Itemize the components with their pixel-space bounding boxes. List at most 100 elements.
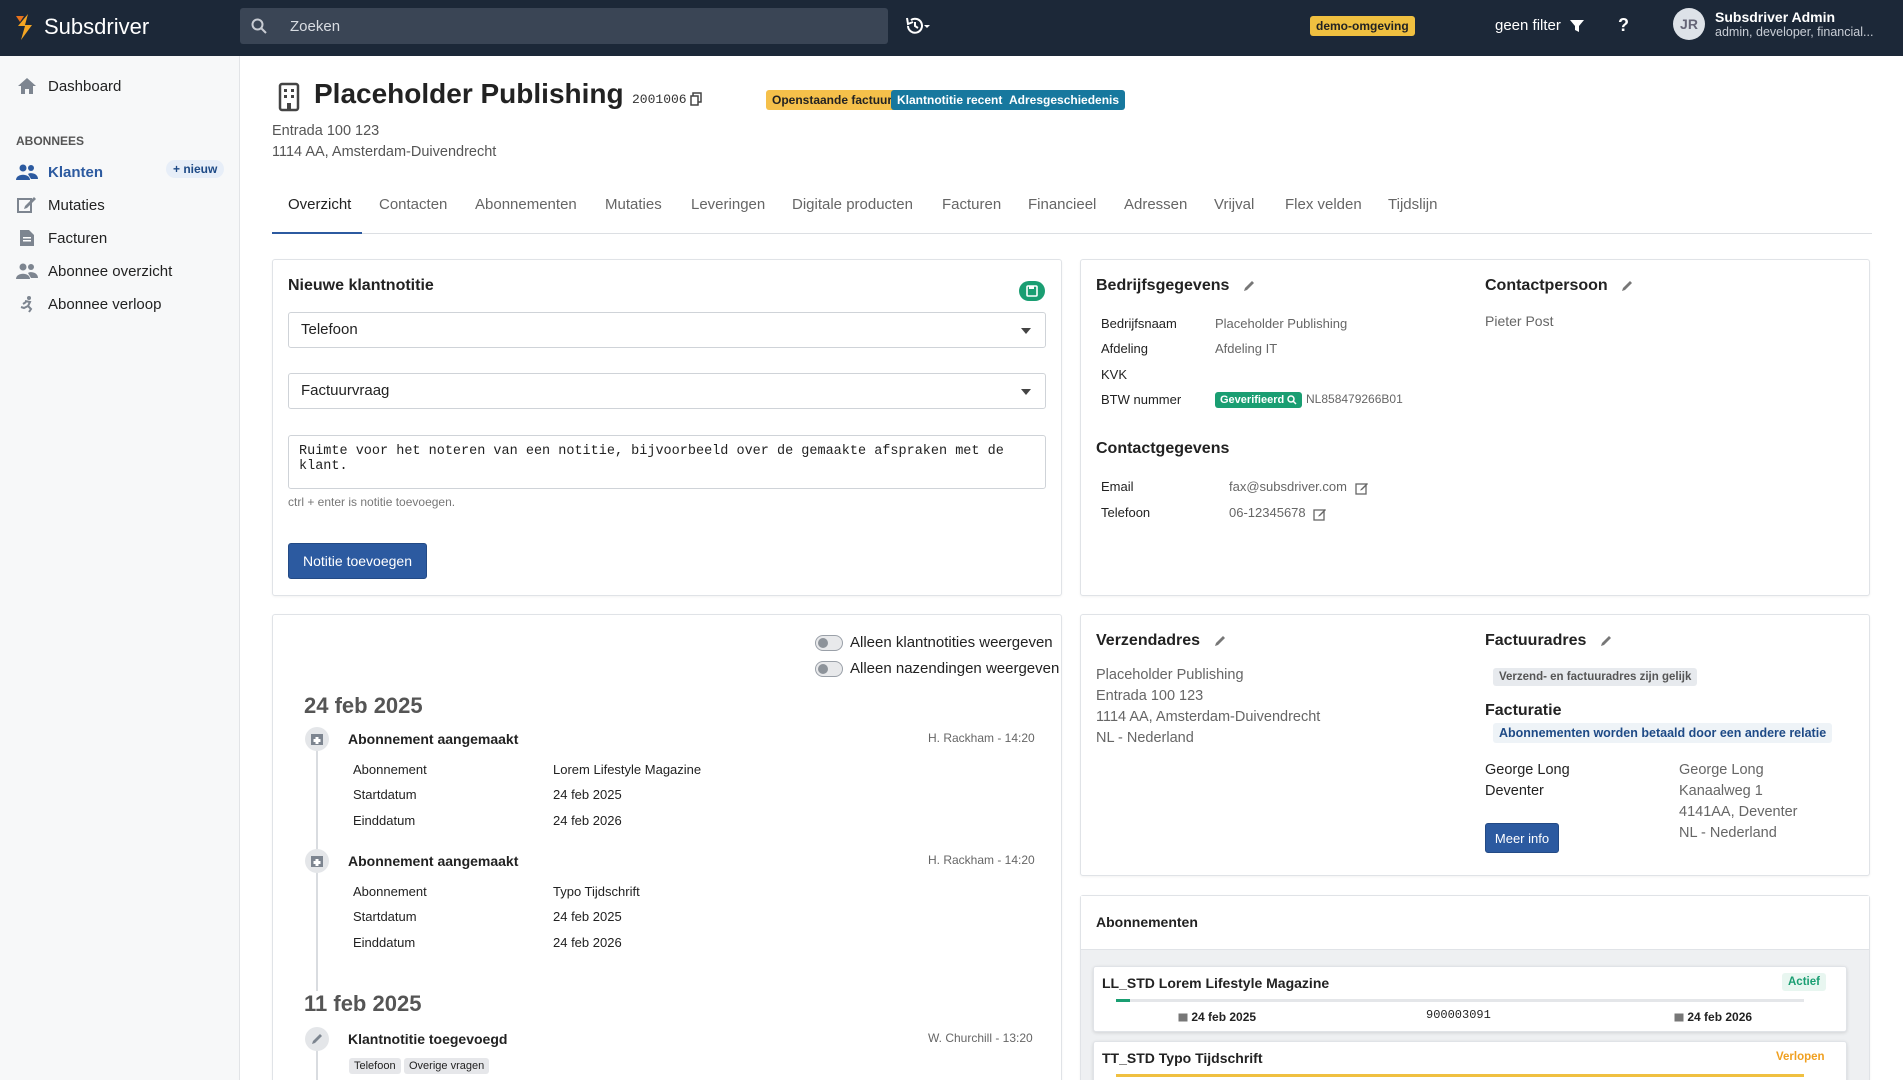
tab-adressen[interactable]: Adressen	[1124, 196, 1187, 213]
pencil-icon[interactable]	[1242, 279, 1256, 293]
vat-verified-badge[interactable]: Geverifieerd	[1215, 392, 1303, 408]
company-label: KVK	[1101, 367, 1128, 382]
sidebar-item-label: Dashboard	[48, 77, 122, 95]
filter-toggle[interactable]: geen filter	[1495, 17, 1585, 34]
event-value: 24 feb 2025	[553, 909, 622, 924]
user-roles: admin, developer, financial...	[1715, 25, 1874, 39]
sidebar-item-label: Abonnee verloop	[48, 295, 162, 313]
calendar-plus-icon	[305, 849, 329, 873]
note-category-select[interactable]: Factuurvraag	[288, 373, 1046, 409]
sidebar-section-title: ABONNEES	[16, 134, 85, 148]
edit-icon[interactable]	[1313, 507, 1327, 521]
filter-label: geen filter	[1495, 17, 1561, 34]
address-card: Verzendadres Placeholder Publishing Entr…	[1080, 614, 1870, 876]
chevron-down-icon	[1021, 389, 1031, 395]
sidebar-item-label: Abonnee overzicht	[48, 262, 173, 280]
billing-note-badge: Abonnementen worden betaald door een and…	[1493, 723, 1833, 743]
subscription-progress	[1116, 1074, 1804, 1077]
tab-digitale-producten[interactable]: Digitale producten	[792, 196, 913, 213]
edit-icon[interactable]	[1354, 481, 1369, 495]
active-tab-indicator	[272, 232, 362, 234]
search-icon	[251, 18, 267, 34]
event-value: 24 feb 2026	[553, 935, 622, 950]
badge-address-history[interactable]: Adresgeschiedenis	[1003, 90, 1126, 110]
edit-icon	[16, 195, 38, 215]
page-title: Placeholder Publishing	[314, 78, 624, 109]
subscription-progress	[1116, 999, 1130, 1002]
calendar-icon	[1178, 1013, 1188, 1022]
brand-logo[interactable]: Subsdriver	[12, 12, 149, 42]
search-box[interactable]	[240, 8, 888, 44]
badge-recent-note[interactable]: Klantnotitie recent	[891, 90, 1009, 110]
tab-financieel[interactable]: Financieel	[1028, 196, 1096, 213]
status-badge: Verlopen	[1770, 1048, 1831, 1066]
email-text[interactable]: fax@subsdriver.com	[1229, 479, 1347, 494]
subsdriver-logo-icon	[16, 14, 32, 40]
subscription-item[interactable]: TT_STD Typo Tijdschrift Verlopen	[1093, 1041, 1847, 1080]
event-meta: W. Churchill - 13:20	[928, 1031, 1033, 1045]
contact-data-title: Contactgegevens	[1096, 440, 1230, 457]
tab-abonnementen[interactable]: Abonnementen	[475, 196, 577, 213]
toggle-notes-only[interactable]	[815, 635, 843, 651]
sidebar-item-klanten[interactable]: Klanten	[16, 162, 103, 182]
tab-overzicht[interactable]: Overzicht	[288, 196, 351, 213]
payer-line: Kanaalweg 1	[1679, 783, 1763, 799]
subscription-number: 900003091	[1426, 1008, 1491, 1022]
pencil-icon	[305, 1027, 329, 1051]
pencil-icon[interactable]	[1599, 634, 1613, 648]
subscription-start: 24 feb 2025	[1178, 1010, 1256, 1024]
pencil-icon[interactable]	[1620, 279, 1634, 293]
sidebar-item-dashboard[interactable]: Dashboard	[16, 76, 121, 96]
badge-open-invoice[interactable]: Openstaande factuur	[766, 90, 899, 110]
payer-address: George Long Kanaalweg 1 4141AA, Deventer…	[1679, 760, 1798, 844]
shipping-title: Verzendadres	[1096, 632, 1227, 650]
tab-tijdslijn[interactable]: Tijdslijn	[1388, 196, 1437, 213]
toggle-shipments-only[interactable]	[815, 661, 843, 677]
note-tag: Overige vragen	[404, 1058, 490, 1074]
environment-badge: demo-omgeving	[1310, 16, 1415, 36]
more-info-button[interactable]: Meer info	[1485, 823, 1559, 853]
sidebar-item-label: Klanten	[48, 163, 104, 181]
shipping-address: Placeholder Publishing Entrada 100 123 1…	[1096, 665, 1320, 749]
customer-id: 2001006	[632, 92, 687, 107]
sidebar-item-label: Mutaties	[48, 196, 105, 214]
tab-flex-velden[interactable]: Flex velden	[1285, 196, 1362, 213]
save-icon[interactable]	[1019, 281, 1045, 301]
address-line: Entrada 100 123	[1096, 688, 1204, 704]
building-icon	[278, 82, 300, 112]
add-note-button[interactable]: Notitie toevoegen	[288, 543, 427, 579]
new-customer-button[interactable]: + nieuw	[166, 160, 225, 178]
tab-vrijval[interactable]: Vrijval	[1214, 196, 1254, 213]
avatar: JR	[1673, 8, 1705, 40]
phone-label: Telefoon	[1101, 505, 1151, 520]
sidebar-item-abonnee-overzicht[interactable]: Abonnee overzicht	[16, 261, 172, 281]
user-name: Subsdriver Admin	[1715, 9, 1836, 25]
user-menu[interactable]: JR Subsdriver Admin admin, developer, fi…	[1673, 8, 1895, 40]
sidebar-item-facturen[interactable]: Facturen	[16, 228, 107, 248]
history-dropdown[interactable]	[904, 14, 932, 38]
home-icon	[16, 76, 38, 96]
note-textarea[interactable]	[288, 435, 1046, 489]
subscription-progress-track	[1116, 999, 1804, 1002]
phone-text[interactable]: 06-12345678	[1229, 505, 1306, 520]
chevron-down-icon	[1021, 328, 1031, 334]
search-input[interactable]	[290, 8, 870, 44]
help-button[interactable]: ?	[1618, 15, 1629, 36]
tab-contacten[interactable]: Contacten	[379, 196, 447, 213]
event-value: Typo Tijdschrift	[553, 884, 640, 899]
history-icon	[906, 17, 930, 34]
event-key: Abonnement	[353, 884, 427, 899]
subscription-item[interactable]: LL_STD Lorem Lifestyle Magazine Actief 2…	[1093, 966, 1847, 1032]
tab-leveringen[interactable]: Leveringen	[691, 196, 765, 213]
copy-icon[interactable]	[690, 92, 702, 106]
sidebar-item-mutaties[interactable]: Mutaties	[16, 195, 105, 215]
tab-facturen[interactable]: Facturen	[942, 196, 1001, 213]
tab-mutaties[interactable]: Mutaties	[605, 196, 662, 213]
contact-person-title: Contactpersoon	[1485, 277, 1634, 295]
pencil-icon[interactable]	[1213, 634, 1227, 648]
payer-summary: George Long Deventer	[1485, 760, 1570, 802]
company-value: Placeholder Publishing	[1215, 316, 1348, 331]
invoice-address-title-text: Factuuradres	[1485, 632, 1587, 649]
note-channel-select[interactable]: Telefoon	[288, 312, 1046, 348]
sidebar-item-abonnee-verloop[interactable]: Abonnee verloop	[16, 294, 161, 314]
